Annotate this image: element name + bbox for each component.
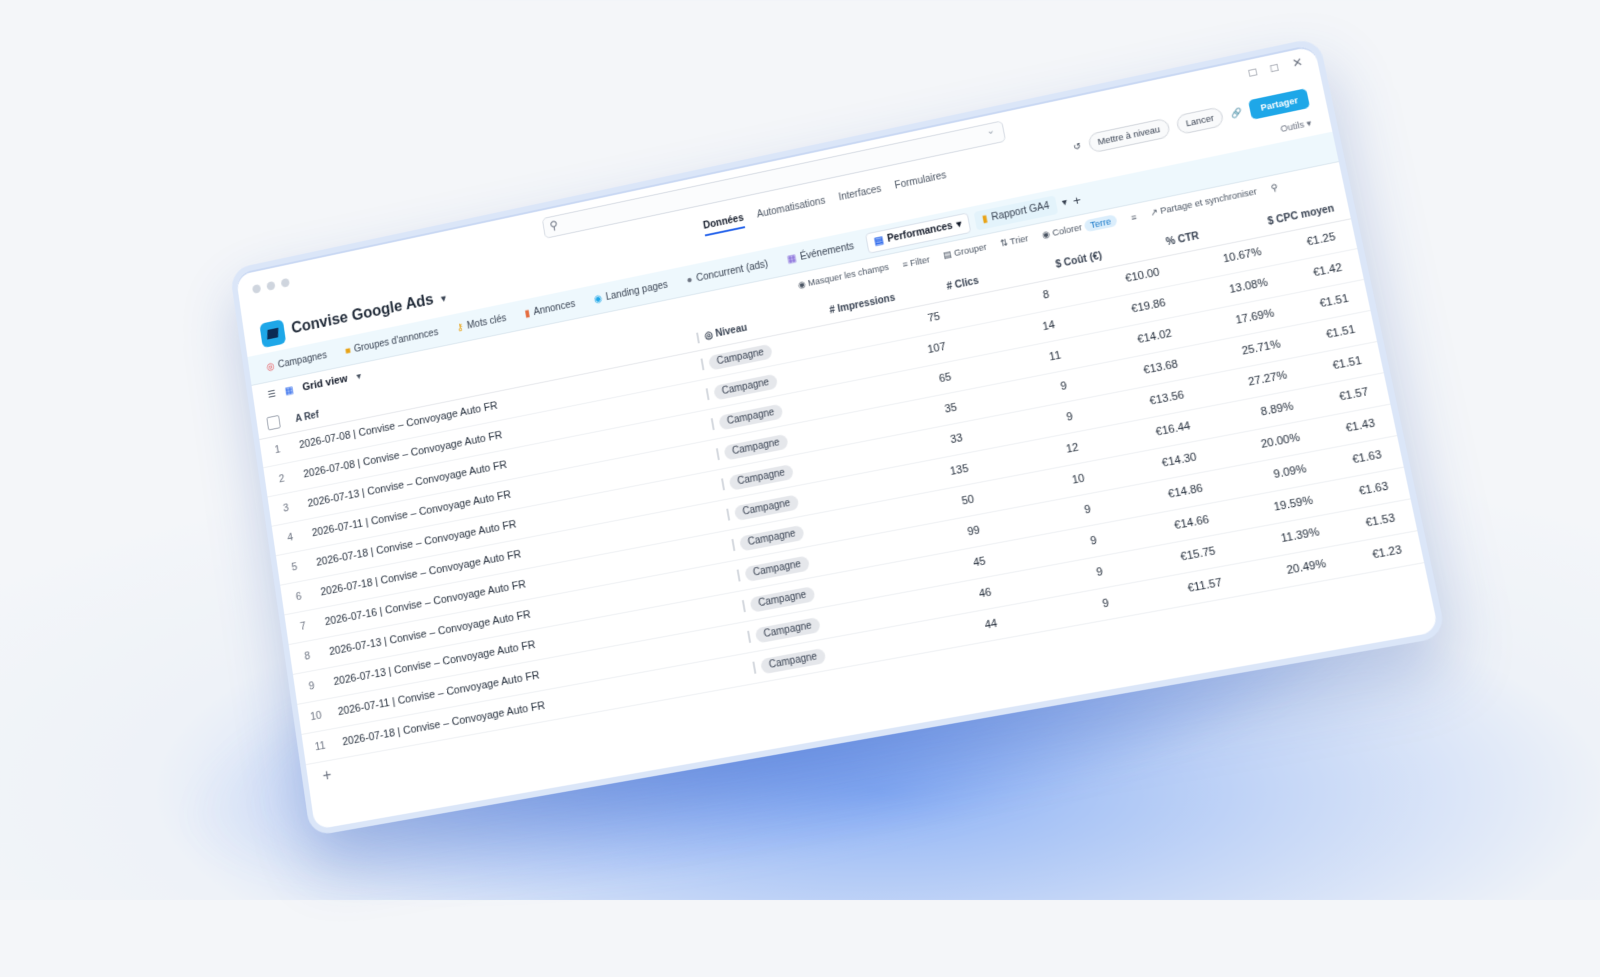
cell-cpc[interactable]: €1.42 xyxy=(1273,260,1350,287)
window-dots xyxy=(252,278,290,294)
menu-icon[interactable]: ☰ xyxy=(267,388,277,400)
tab-formulaires[interactable]: Formulaires xyxy=(894,170,948,196)
column-label: Niveau xyxy=(715,322,748,339)
column-label: Ref xyxy=(303,409,319,422)
table-tab-label: Landing pages xyxy=(605,279,669,302)
chevron-down-icon[interactable]: ▾ xyxy=(955,218,962,230)
minimize-icon[interactable]: □ xyxy=(1248,65,1258,80)
key-icon: ⚷ xyxy=(456,322,464,334)
cell-cpc[interactable]: €1.25 xyxy=(1266,230,1343,257)
tab-interfaces[interactable]: Interfaces xyxy=(838,184,883,208)
row-height-icon[interactable]: ≡ xyxy=(1130,212,1137,223)
history-icon[interactable]: ↺ xyxy=(1072,140,1082,152)
ad-icon: ▮ xyxy=(524,308,531,319)
dot-icon: ● xyxy=(686,274,694,286)
row-number[interactable]: 4 xyxy=(273,529,307,547)
add-row-button[interactable]: + xyxy=(322,767,333,786)
tools-label: Outils xyxy=(1279,119,1305,134)
niveau-badge: Campagne xyxy=(708,343,773,370)
tab-donnees[interactable]: Données xyxy=(703,213,746,237)
niveau-badge: Campagne xyxy=(718,403,783,430)
target-icon: ◎ xyxy=(266,361,275,373)
cell-cpc[interactable]: €1.51 xyxy=(1292,353,1369,380)
column-label: CTR xyxy=(1177,230,1200,245)
view-name: Grid view xyxy=(302,373,349,393)
row-number[interactable]: 7 xyxy=(286,618,321,636)
grid-icon: ▦ xyxy=(284,385,294,397)
column-label: Clics xyxy=(954,275,980,290)
niveau-badge: Campagne xyxy=(760,647,826,674)
cell-cpc[interactable]: €1.51 xyxy=(1279,291,1356,318)
chevron-down-icon[interactable]: ▾ xyxy=(440,291,447,304)
niveau-badge: Campagne xyxy=(723,433,788,460)
app-logo-icon xyxy=(259,319,286,348)
row-number[interactable]: 9 xyxy=(294,677,329,695)
table-tab-label: Campagnes xyxy=(277,350,327,370)
niveau-badge: Campagne xyxy=(739,524,805,551)
cell-cpc[interactable]: €1.63 xyxy=(1311,448,1389,474)
globe-icon: ◉ xyxy=(593,293,603,305)
color-chip: Terre xyxy=(1083,214,1118,232)
cell-cpc[interactable]: €1.57 xyxy=(1298,385,1376,411)
cell-cpc[interactable]: €1.23 xyxy=(1331,543,1409,569)
report-icon: ▮ xyxy=(981,213,988,225)
filter-label: Filter xyxy=(909,254,930,268)
niveau-badge: Campagne xyxy=(744,555,810,582)
color-label: Colorer xyxy=(1051,222,1082,238)
group-button[interactable]: ▤ Grouper xyxy=(942,242,987,262)
chevron-down-icon[interactable]: ▾ xyxy=(356,371,362,382)
row-number[interactable]: 1 xyxy=(260,441,294,459)
add-table-icon[interactable]: + xyxy=(1072,192,1082,208)
window-dot[interactable] xyxy=(266,281,275,291)
row-number[interactable]: 2 xyxy=(265,470,299,488)
chart-icon: ▤ xyxy=(873,235,884,247)
link-icon[interactable]: 🔗 xyxy=(1230,106,1244,119)
niveau-badge: Campagne xyxy=(713,373,778,400)
tools-menu[interactable]: Outils ▾ xyxy=(1279,118,1312,135)
folder-icon: ■ xyxy=(344,345,351,356)
color-button[interactable]: ◉ Colorer Terre xyxy=(1041,215,1118,241)
table-tab-label: Mots clés xyxy=(466,313,507,331)
window-dot[interactable] xyxy=(252,284,261,294)
row-number[interactable]: 11 xyxy=(303,738,338,756)
cell-cpc[interactable]: €1.53 xyxy=(1324,511,1402,537)
select-all-checkbox[interactable] xyxy=(256,412,291,435)
search-icon[interactable]: ⚲ xyxy=(1270,182,1279,194)
close-icon[interactable]: ✕ xyxy=(1291,55,1304,71)
niveau-badge: Campagne xyxy=(729,464,794,491)
row-number[interactable]: 5 xyxy=(277,558,312,576)
row-number[interactable]: 8 xyxy=(290,648,325,666)
calendar-icon: ▦ xyxy=(786,253,797,265)
cell-cpc[interactable]: €1.63 xyxy=(1318,479,1396,505)
row-number[interactable]: 3 xyxy=(269,499,303,517)
row-number[interactable]: 6 xyxy=(281,588,316,606)
maximize-icon[interactable]: □ xyxy=(1269,60,1279,75)
chevron-down-icon[interactable]: ▾ xyxy=(1061,197,1068,209)
cell-cpc[interactable]: €1.43 xyxy=(1305,416,1383,442)
sort-button[interactable]: ⇅ Trier xyxy=(999,233,1029,249)
table-tab-label: Annonces xyxy=(533,298,576,317)
table-tab-label: Rapport GA4 xyxy=(990,200,1050,223)
cell-cpc[interactable]: €1.51 xyxy=(1285,322,1362,349)
table-tab-label: Performances xyxy=(886,220,953,244)
window-controls: □ □ ✕ xyxy=(1248,55,1304,80)
tab-automatisations[interactable]: Automatisations xyxy=(756,196,827,226)
search-icon: ⚲ xyxy=(549,218,559,233)
group-label: Grouper xyxy=(953,242,987,258)
sort-label: Trier xyxy=(1009,233,1029,246)
filter-button[interactable]: ≡ Filter xyxy=(901,254,930,269)
table-tab-label: Événements xyxy=(799,241,855,263)
column-label: Coût (€) xyxy=(1063,250,1103,268)
chevron-down-icon[interactable]: ⌄ xyxy=(986,125,996,137)
niveau-badge: Campagne xyxy=(749,586,815,613)
window-dot[interactable] xyxy=(281,278,290,288)
niveau-badge: Campagne xyxy=(734,494,800,521)
row-number[interactable]: 10 xyxy=(299,707,334,725)
niveau-badge: Campagne xyxy=(755,616,821,643)
